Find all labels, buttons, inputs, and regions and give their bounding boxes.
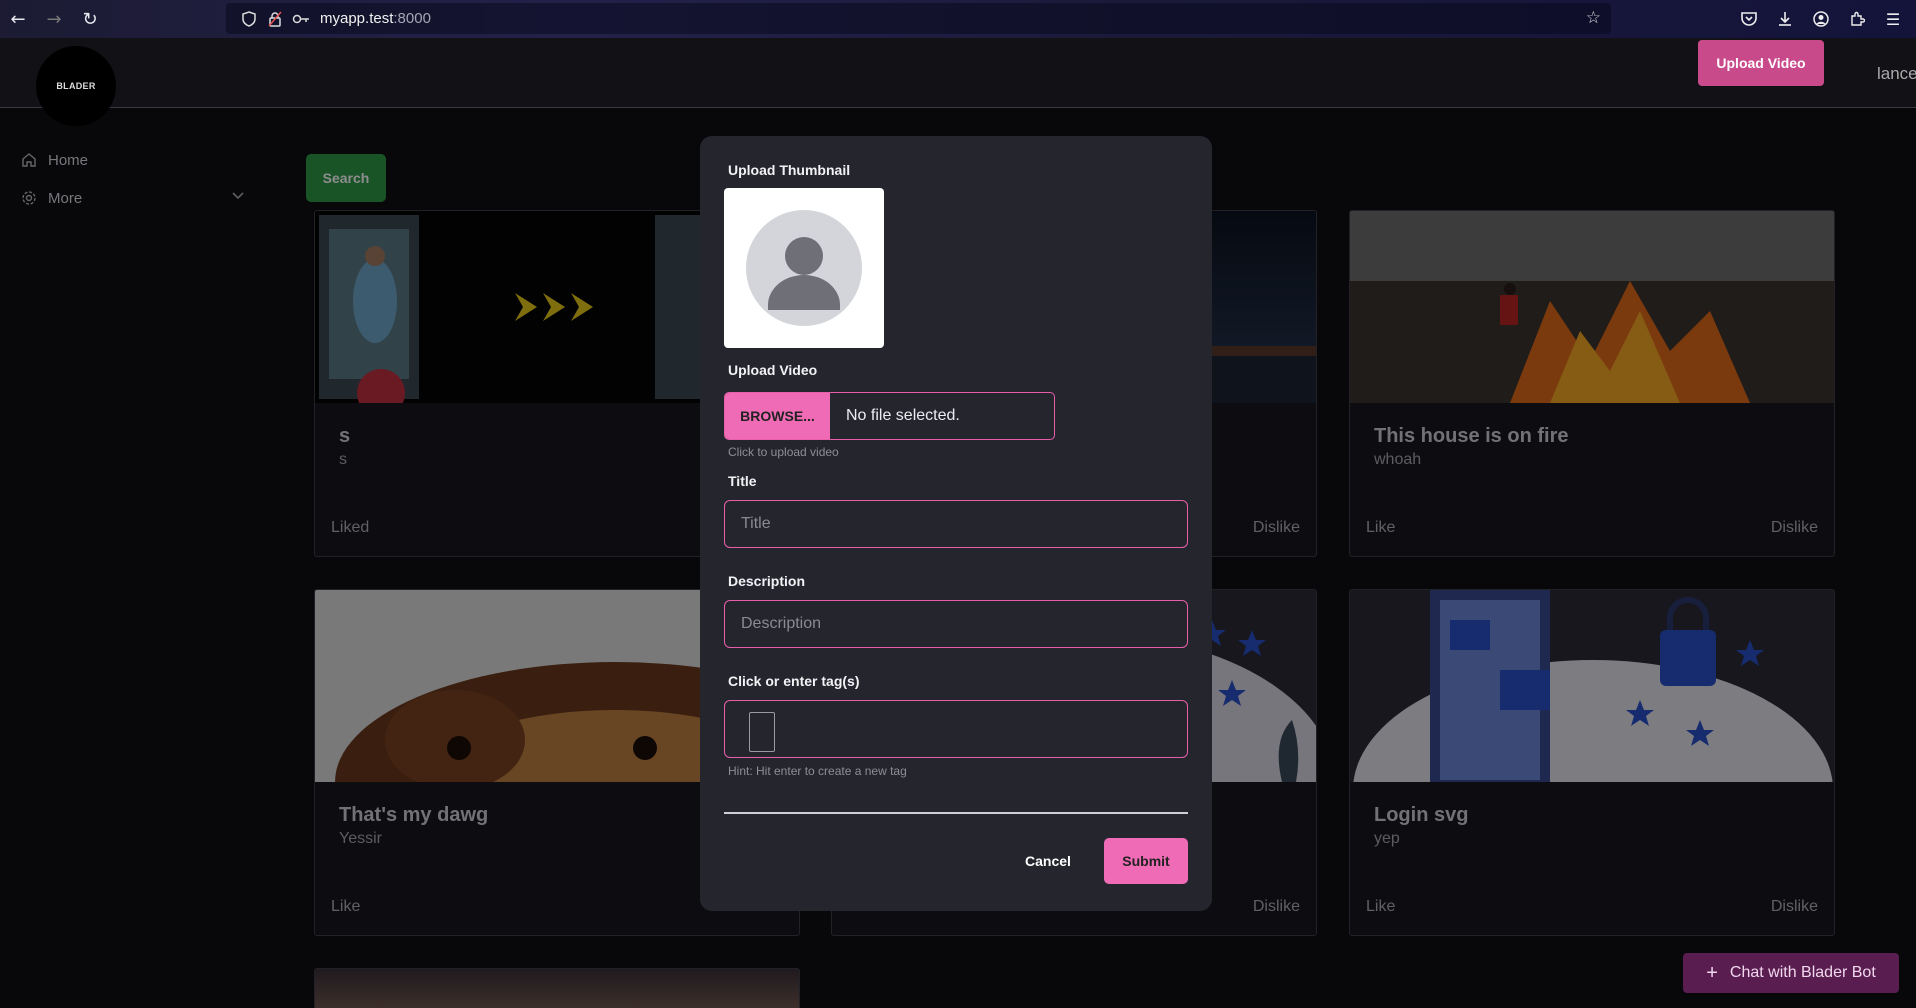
video-label: Upload Video (728, 362, 818, 378)
extensions-icon[interactable] (1842, 4, 1872, 34)
download-icon[interactable] (1770, 4, 1800, 34)
forward-icon[interactable]: → (36, 0, 72, 38)
title-label: Title (728, 473, 757, 489)
user-menu[interactable]: lance (1877, 64, 1916, 84)
upload-modal: Upload Thumbnail Upload Video BROWSE... … (700, 136, 1212, 911)
chat-bot-button[interactable]: + Chat with Blader Bot (1683, 953, 1899, 993)
video-file-input[interactable]: BROWSE... No file selected. (724, 392, 1055, 440)
browse-button[interactable]: BROWSE... (725, 393, 830, 439)
thumbnail-label: Upload Thumbnail (728, 162, 851, 178)
cancel-button[interactable]: Cancel (1018, 838, 1078, 884)
url-port: :8000 (393, 10, 431, 27)
menu-icon[interactable]: ☰ (1878, 4, 1908, 34)
title-input[interactable] (724, 500, 1188, 548)
upload-video-button[interactable]: Upload Video (1698, 40, 1824, 86)
pocket-icon[interactable] (1734, 4, 1764, 34)
submit-button[interactable]: Submit (1104, 838, 1188, 884)
file-status: No file selected. (846, 407, 960, 424)
logo-text: BLADER (56, 81, 96, 91)
description-input[interactable] (724, 600, 1188, 648)
url-text: myapp.test:8000 (320, 10, 431, 27)
back-icon[interactable]: ← (0, 0, 36, 38)
video-hint: Click to upload video (728, 445, 839, 459)
key-icon[interactable] (288, 13, 314, 25)
account-icon[interactable] (1806, 4, 1836, 34)
chat-label: Chat with Blader Bot (1729, 964, 1876, 981)
lock-icon[interactable] (262, 11, 288, 27)
browser-toolbar: ← → ↻ myapp.test:8000 ☆ ☰ (0, 0, 1916, 38)
reload-icon[interactable]: ↻ (72, 0, 108, 38)
tag-entry[interactable] (749, 712, 775, 752)
address-bar[interactable]: myapp.test:8000 ☆ (226, 3, 1611, 34)
browser-toolbar-right: ☰ (1734, 0, 1916, 38)
shield-icon[interactable] (236, 10, 262, 27)
tags-label: Click or enter tag(s) (728, 673, 860, 689)
plus-icon: + (1706, 961, 1718, 984)
divider (724, 812, 1188, 814)
app-header: BLADER Upload Video lance (0, 38, 1916, 126)
avatar-placeholder-icon (746, 210, 862, 326)
tags-input[interactable] (724, 700, 1188, 758)
description-label: Description (728, 573, 806, 589)
bookmark-star-icon[interactable]: ☆ (1586, 8, 1601, 28)
thumbnail-upload[interactable] (724, 188, 884, 348)
url-host: myapp.test (320, 10, 394, 27)
tags-hint: Hint: Hit enter to create a new tag (728, 764, 907, 778)
